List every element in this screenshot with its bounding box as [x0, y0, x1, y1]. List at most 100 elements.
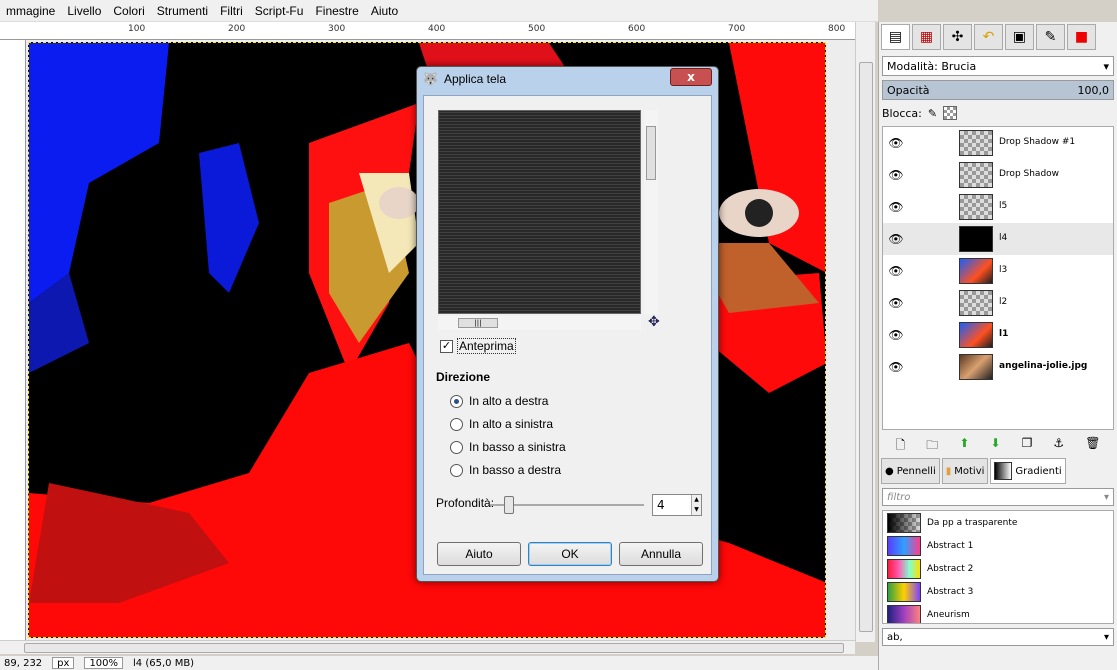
ok-button[interactable]: OK: [528, 542, 612, 566]
cancel-button[interactable]: Annulla: [619, 542, 703, 566]
tab-label: Gradienti: [1015, 465, 1062, 477]
tab-brushes[interactable]: ● Pennelli: [881, 458, 940, 484]
eye-icon[interactable]: 👁: [883, 360, 909, 374]
lock-pixels-icon[interactable]: ✎: [928, 107, 937, 120]
lower-layer-icon[interactable]: ⬇: [990, 436, 1000, 450]
canvas-horizontal-scrollbar[interactable]: [0, 640, 855, 654]
scroll-thumb[interactable]: [646, 126, 656, 180]
tab-gradients[interactable]: Gradienti: [990, 458, 1066, 484]
font-select[interactable]: ab, ▾: [882, 628, 1114, 646]
gradient-name: Abstract 2: [927, 563, 974, 574]
dialog-title: Applica tela: [443, 72, 506, 86]
radio-button[interactable]: [450, 417, 463, 431]
gradient-item[interactable]: Abstract 2: [883, 557, 1113, 580]
paths-tab-icon[interactable]: ✣: [943, 24, 972, 50]
layer-name: l5: [999, 201, 1008, 211]
layer-row[interactable]: 👁 Drop Shadow: [883, 159, 1113, 191]
canvas-vertical-scrollbar[interactable]: [855, 22, 875, 642]
preview-checkbox[interactable]: ✓ Anteprima: [440, 338, 516, 354]
filter-input[interactable]: filtro ▾: [882, 488, 1114, 506]
menu-image[interactable]: mmagine: [0, 4, 61, 18]
mode-select[interactable]: Modalità: Brucia ▾: [882, 56, 1114, 76]
checkbox-check-icon[interactable]: ✓: [440, 339, 453, 353]
gradient-name: Abstract 3: [927, 586, 974, 597]
gradient-icon: [994, 462, 1013, 480]
opacity-slider[interactable]: Opacità 100,0: [882, 80, 1114, 100]
radio-button[interactable]: [450, 463, 463, 477]
gradient-item[interactable]: Abstract 1: [883, 534, 1113, 557]
layer-row[interactable]: 👁 l3: [883, 255, 1113, 287]
eye-icon[interactable]: 👁: [883, 232, 909, 246]
channels-tab-icon[interactable]: ▦: [912, 24, 941, 50]
layer-group-icon[interactable]: 🗀: [926, 436, 938, 452]
duplicate-layer-icon[interactable]: ❐: [1022, 436, 1033, 450]
anchor-layer-icon[interactable]: ⚓: [1053, 436, 1064, 450]
new-layer-icon[interactable]: 🗋: [896, 436, 906, 452]
eye-icon[interactable]: 👁: [883, 264, 909, 278]
menu-layer[interactable]: Livello: [61, 4, 107, 18]
eye-icon[interactable]: 👁: [883, 296, 909, 310]
brush-tabs: ● Pennelli ▮ Motivi Gradienti: [881, 458, 1115, 484]
scroll-thumb[interactable]: [24, 643, 844, 653]
raise-layer-icon[interactable]: ⬆: [959, 436, 969, 450]
scroll-thumb[interactable]: [859, 62, 873, 632]
eye-icon[interactable]: 👁: [883, 328, 909, 342]
preview-image[interactable]: [438, 110, 641, 314]
help-button[interactable]: Aiuto: [437, 542, 521, 566]
images-tab-icon[interactable]: ▣: [1005, 24, 1034, 50]
layer-row[interactable]: 👁 angelina-jolie.jpg: [883, 351, 1113, 383]
spin-arrows-icon[interactable]: ▲ ▼: [691, 495, 701, 515]
preview-vertical-scrollbar[interactable]: [644, 110, 658, 314]
navigate-icon[interactable]: ✥: [648, 314, 660, 330]
layer-row[interactable]: 👁 l1: [883, 319, 1113, 351]
eye-icon[interactable]: 👁: [883, 136, 909, 150]
layer-name: l2: [999, 297, 1008, 307]
preview-horizontal-scrollbar[interactable]: |||: [438, 316, 641, 330]
chevron-down-icon: ▾: [1103, 631, 1109, 643]
ruler-tick: 300: [328, 24, 346, 34]
gradient-swatch: [887, 535, 921, 556]
close-button[interactable]: x: [670, 68, 712, 86]
unit-select[interactable]: px: [52, 657, 75, 669]
menu-colors[interactable]: Colori: [107, 4, 150, 18]
layer-name: angelina-jolie.jpg: [999, 361, 1088, 371]
menu-script-fu[interactable]: Script-Fu: [249, 4, 310, 18]
layer-row[interactable]: 👁 Drop Shadow #1: [883, 127, 1113, 159]
menu-windows[interactable]: Finestre: [309, 4, 364, 18]
radio-button[interactable]: [450, 440, 463, 454]
layer-thumbnail: [959, 354, 993, 380]
scroll-thumb[interactable]: |||: [458, 318, 498, 328]
color-tab-icon[interactable]: ■: [1067, 24, 1096, 50]
layer-row[interactable]: 👁 l2: [883, 287, 1113, 319]
radio-top-left[interactable]: In alto a sinistra: [450, 417, 553, 431]
gradient-name: Aneurism: [927, 609, 970, 620]
eye-icon[interactable]: 👁: [883, 200, 909, 214]
menu-help[interactable]: Aiuto: [365, 4, 404, 18]
lock-alpha-icon[interactable]: [943, 106, 958, 120]
layer-row[interactable]: 👁 l5: [883, 191, 1113, 223]
chevron-down-icon: ▾: [1103, 59, 1109, 73]
tab-patterns[interactable]: ▮ Motivi: [941, 458, 989, 484]
tab-label: Pennelli: [896, 465, 936, 477]
depth-spinbox[interactable]: 4 ▲ ▼: [652, 494, 702, 516]
layers-tab-icon[interactable]: ▤: [881, 24, 910, 50]
layer-row[interactable]: 👁 l4: [883, 223, 1113, 255]
eye-icon[interactable]: 👁: [883, 168, 909, 182]
radio-bottom-right[interactable]: In basso a destra: [450, 463, 561, 477]
gradient-swatch: [887, 512, 921, 533]
brush-tab-icon[interactable]: ✎: [1036, 24, 1065, 50]
radio-button[interactable]: [450, 394, 463, 408]
radio-bottom-left[interactable]: In basso a sinistra: [450, 440, 566, 454]
undo-tab-icon[interactable]: ↶: [974, 24, 1003, 50]
gradient-item[interactable]: Da pp a trasparente: [883, 511, 1113, 534]
gradient-swatch: [887, 581, 921, 602]
status-info: l4 (65,0 MB): [133, 657, 195, 669]
gradient-item[interactable]: Abstract 3: [883, 580, 1113, 603]
menu-tools[interactable]: Strumenti: [151, 4, 214, 18]
zoom-select[interactable]: 100%: [84, 657, 124, 669]
menu-filters[interactable]: Filtri: [214, 4, 249, 18]
gradient-item[interactable]: Aneurism: [883, 603, 1113, 623]
depth-slider-thumb[interactable]: [504, 496, 514, 514]
delete-layer-icon[interactable]: 🗑: [1085, 436, 1100, 450]
radio-top-right[interactable]: In alto a destra: [450, 394, 548, 408]
